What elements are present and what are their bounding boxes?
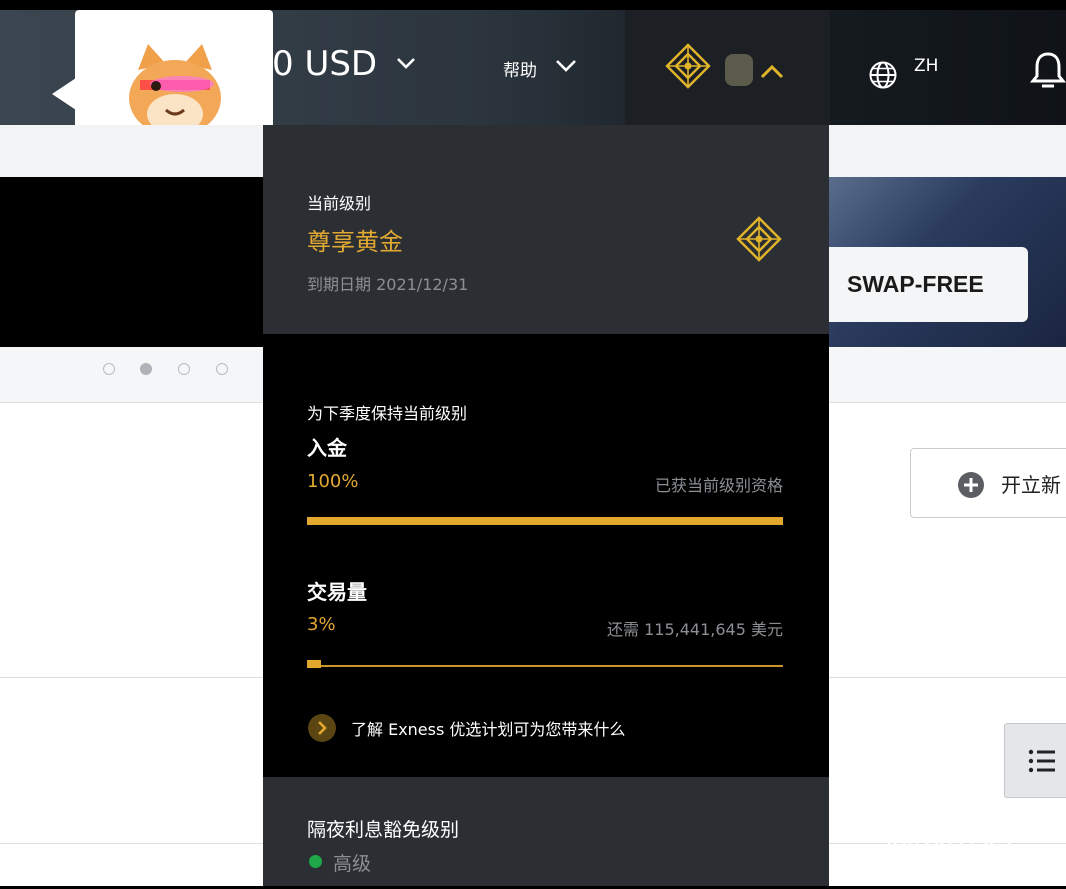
diamond-tier-icon [736, 216, 782, 262]
diamond-tier-icon[interactable] [665, 43, 711, 89]
carousel-dot[interactable] [216, 363, 228, 375]
expiry-date: 到期日期 2021/12/31 [307, 275, 469, 294]
carousel-dot[interactable] [103, 363, 115, 375]
chevron-right-icon [308, 714, 336, 742]
learn-more-text: 了解 Exness 优选计划可为您带来什么 [351, 720, 626, 739]
maintain-level-caption: 为下季度保持当前级别 [307, 404, 468, 423]
help-menu-label[interactable]: 帮助 [503, 56, 537, 81]
watermark-text: @940142 [885, 830, 1014, 861]
chevron-down-icon[interactable] [555, 57, 577, 75]
deposit-percent: 100% [307, 471, 359, 492]
volume-status: 还需 115,441,645 美元 [607, 620, 783, 639]
avatar[interactable] [725, 54, 753, 86]
status-dot-icon [309, 855, 322, 868]
account-balance[interactable]: 0 USD [272, 44, 377, 84]
globe-icon[interactable] [868, 60, 898, 90]
plus-circle-icon [958, 472, 984, 498]
app-frame: 0 USD 帮助 ZH SWAP-FREE 开立新 当前级别 尊享黄金 到期日期… [0, 10, 1066, 886]
volume-percent: 3% [307, 614, 336, 635]
swap-level-value: 高级 [333, 853, 372, 875]
current-level-name: 尊享黄金 [307, 228, 403, 256]
sticker-pointer [52, 78, 76, 110]
volume-title: 交易量 [307, 580, 367, 604]
deposit-progress-fill [307, 517, 783, 525]
deposit-status: 已获当前级别资格 [654, 476, 783, 495]
deposit-title: 入金 [307, 436, 347, 460]
chevron-down-icon[interactable] [395, 52, 417, 74]
language-selector[interactable]: ZH [914, 56, 938, 76]
open-new-account-label: 开立新 [1001, 472, 1061, 497]
current-tier-section: 当前级别 尊享黄金 到期日期 2021/12/31 [263, 125, 829, 334]
chevron-up-icon[interactable] [759, 64, 785, 80]
learn-more-link[interactable]: 了解 Exness 优选计划可为您带来什么 [307, 713, 625, 743]
carousel-dot-active[interactable] [140, 363, 152, 375]
volume-progress-track [307, 665, 783, 667]
current-level-caption: 当前级别 [307, 194, 372, 213]
list-icon [1028, 749, 1055, 773]
carousel-dot[interactable] [178, 363, 190, 375]
open-new-account-button[interactable]: 开立新 [910, 448, 1066, 518]
swap-level-caption: 隔夜利息豁免级别 [307, 819, 460, 841]
bell-icon[interactable] [1030, 50, 1066, 90]
volume-progress-fill [307, 660, 322, 668]
tier-status-dropdown: 当前级别 尊享黄金 到期日期 2021/12/31 为下季度保持当前级别 入金 … [263, 125, 829, 886]
swap-level-section: 隔夜利息豁免级别 高级 [263, 777, 829, 886]
swap-free-button[interactable]: SWAP-FREE [829, 247, 1028, 322]
list-view-button[interactable] [1004, 723, 1066, 798]
